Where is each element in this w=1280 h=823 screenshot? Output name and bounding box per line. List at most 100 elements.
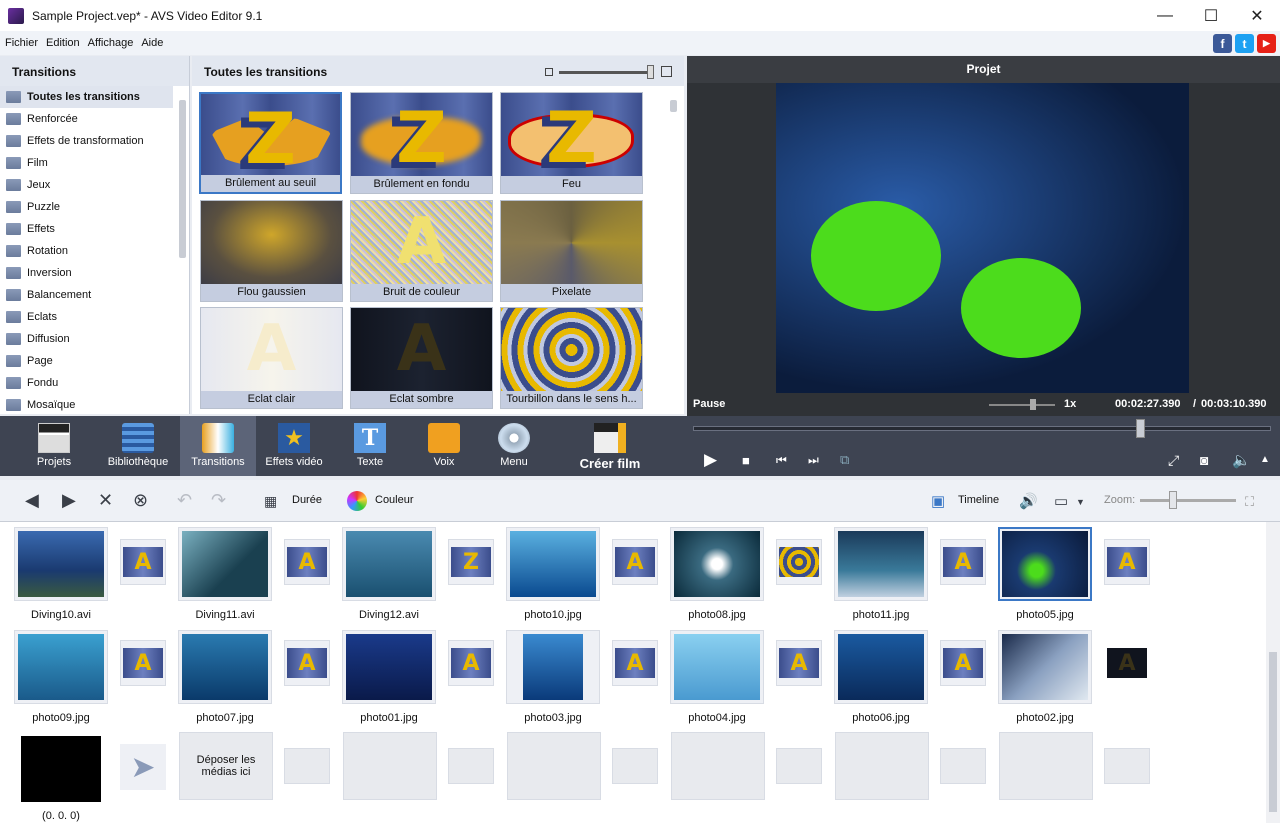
category-item[interactable]: Diffusion xyxy=(0,328,189,350)
tab-projets[interactable]: Projets xyxy=(24,416,84,476)
redo-icon[interactable]: ↷ xyxy=(211,490,226,511)
close-button[interactable]: ✕ xyxy=(1234,0,1280,31)
storyboard-scrollbar[interactable] xyxy=(1266,522,1280,823)
transition-slot[interactable]: A xyxy=(284,640,330,686)
facebook-icon[interactable]: f xyxy=(1213,34,1232,53)
maximize-button[interactable]: ☐ xyxy=(1188,0,1234,31)
transition-slot[interactable]: A xyxy=(776,640,822,686)
tab-transitions[interactable]: Transitions xyxy=(180,416,256,476)
transition-slot[interactable]: A xyxy=(1104,640,1150,686)
transition-tile[interactable]: A Bruit de couleur xyxy=(350,200,493,302)
remove-all-icon[interactable]: ⊗ xyxy=(133,490,148,511)
split-icon[interactable]: ⧉ xyxy=(840,452,849,468)
menu-affichage[interactable]: Affichage xyxy=(88,37,134,49)
tab-bibliotheque[interactable]: Bibliothèque xyxy=(104,416,172,476)
media-clip[interactable]: photo09.jpg xyxy=(14,630,108,724)
color-button[interactable]: Couleur xyxy=(375,494,414,506)
media-clip[interactable]: photo10.jpg xyxy=(506,527,600,621)
menu-fichier[interactable]: Fichier xyxy=(5,37,38,49)
empty-transition-slot[interactable] xyxy=(776,748,822,784)
category-item[interactable]: Inversion xyxy=(0,262,189,284)
empty-transition-slot[interactable] xyxy=(612,748,658,784)
expand-up-icon[interactable]: ▲ xyxy=(1260,454,1270,465)
next-frame-icon[interactable]: ⏭ xyxy=(808,453,819,468)
category-item[interactable]: Balancement xyxy=(0,284,189,306)
zoom-slider[interactable] xyxy=(1140,499,1236,502)
move-right-icon[interactable]: ▶ xyxy=(62,490,76,511)
fullscreen-icon[interactable]: ⤢ xyxy=(1168,452,1179,469)
media-clip[interactable]: Diving10.avi xyxy=(14,527,108,621)
play-icon[interactable]: ▶ xyxy=(704,450,717,470)
speed-slider-thumb[interactable] xyxy=(1030,399,1036,410)
media-clip[interactable]: photo05.jpg xyxy=(998,527,1092,621)
move-left-icon[interactable]: ◀ xyxy=(25,490,39,511)
category-item[interactable]: Renforcée xyxy=(0,108,189,130)
minimize-button[interactable]: — xyxy=(1142,0,1188,31)
tab-voix[interactable]: Voix xyxy=(414,416,474,476)
transition-tile[interactable]: Flou gaussien xyxy=(200,200,343,302)
media-clip[interactable]: Diving12.avi xyxy=(342,527,436,621)
youtube-icon[interactable]: ▶ xyxy=(1257,34,1276,53)
categories-scrollbar[interactable] xyxy=(178,90,187,410)
category-item[interactable]: Effets xyxy=(0,218,189,240)
thumbnail-size-slider[interactable] xyxy=(545,65,672,79)
category-item[interactable]: Rotation xyxy=(0,240,189,262)
category-item[interactable]: Jeux xyxy=(0,174,189,196)
previous-frame-icon[interactable]: ⏮ xyxy=(776,453,787,468)
snapshot-icon[interactable]: ◙ xyxy=(1200,452,1208,468)
category-item[interactable]: Effets de transformation xyxy=(0,130,189,152)
seek-thumb[interactable] xyxy=(1136,419,1145,438)
speed-slider[interactable] xyxy=(989,404,1055,406)
tab-texte[interactable]: T Texte xyxy=(340,416,400,476)
category-item[interactable]: Puzzle xyxy=(0,196,189,218)
chevron-down-icon[interactable]: ▼ xyxy=(1076,497,1085,507)
transition-tile[interactable]: Tourbillon dans le sens h... xyxy=(500,307,643,409)
seek-bar[interactable] xyxy=(693,426,1271,431)
transition-slot[interactable]: A xyxy=(940,539,986,585)
menu-edition[interactable]: Edition xyxy=(46,37,80,49)
tab-effets-video[interactable]: ★ Effets vidéo xyxy=(260,416,328,476)
duration-button[interactable]: Durée xyxy=(292,494,322,506)
category-item[interactable]: Fondu xyxy=(0,372,189,394)
transition-tile[interactable]: Z Brûlement au seuil xyxy=(199,92,342,194)
transition-tile[interactable]: Pixelate xyxy=(500,200,643,302)
undo-icon[interactable]: ↶ xyxy=(177,490,192,511)
transition-tile[interactable]: A Eclat clair xyxy=(200,307,343,409)
transitions-scrollbar[interactable] xyxy=(669,90,678,410)
timeline-button[interactable]: Timeline xyxy=(958,494,999,506)
empty-transition-slot[interactable] xyxy=(1104,748,1150,784)
category-item[interactable]: Toutes les transitions xyxy=(0,86,173,108)
media-clip[interactable]: photo08.jpg xyxy=(670,527,764,621)
empty-media-slot[interactable] xyxy=(507,732,601,800)
media-clip[interactable]: photo03.jpg xyxy=(506,630,600,724)
transition-tile[interactable]: Z Brûlement en fondu xyxy=(350,92,493,194)
empty-transition-slot[interactable] xyxy=(448,748,494,784)
transition-tile[interactable]: A Eclat sombre xyxy=(350,307,493,409)
category-item[interactable]: Film xyxy=(0,152,189,174)
transition-tile[interactable]: Z Feu xyxy=(500,92,643,194)
twitter-icon[interactable]: t xyxy=(1235,34,1254,53)
empty-media-slot[interactable] xyxy=(343,732,437,800)
transition-slot[interactable]: Z xyxy=(448,539,494,585)
transition-slot[interactable]: ➤ xyxy=(120,744,166,790)
fit-icon[interactable]: ⛶ xyxy=(1245,494,1254,510)
create-movie-button[interactable]: Créer film xyxy=(572,416,648,476)
transition-slot[interactable] xyxy=(776,539,822,585)
audio-mixer-icon[interactable]: 🔊 xyxy=(1019,492,1038,510)
empty-transition-slot[interactable] xyxy=(284,748,330,784)
transition-slot[interactable]: A xyxy=(612,539,658,585)
tab-menu[interactable]: Menu xyxy=(484,416,544,476)
media-clip[interactable]: photo02.jpg xyxy=(998,630,1092,724)
delete-icon[interactable]: ✕ xyxy=(98,490,113,511)
volume-icon[interactable]: 🔈 xyxy=(1232,451,1251,469)
transition-slot[interactable]: A xyxy=(1104,539,1150,585)
media-clip[interactable]: photo11.jpg xyxy=(834,527,928,621)
media-clip[interactable]: photo01.jpg xyxy=(342,630,436,724)
media-clip[interactable]: Diving11.avi xyxy=(178,527,272,621)
transition-slot[interactable]: A xyxy=(612,640,658,686)
empty-media-slot[interactable] xyxy=(999,732,1093,800)
transition-slot[interactable]: A xyxy=(120,539,166,585)
drop-media-zone[interactable]: Déposer les médias ici xyxy=(179,732,273,800)
zoom-slider-thumb[interactable] xyxy=(1169,491,1177,509)
category-item[interactable]: Eclats xyxy=(0,306,189,328)
